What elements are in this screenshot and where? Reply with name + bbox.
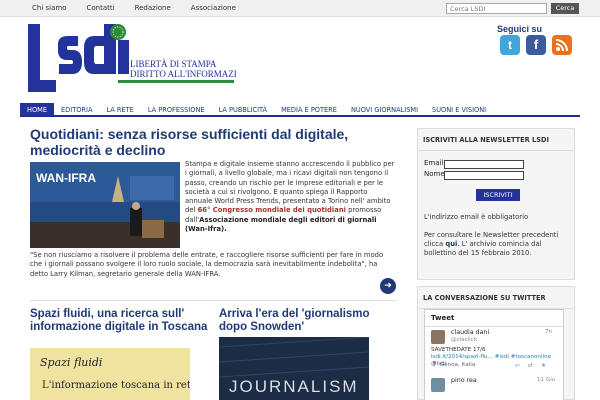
rss-icon[interactable] [552,35,572,55]
name-label: Nome [424,170,445,178]
nav-nuovi-giornalismi[interactable]: NUOVI GIORNALISMI [344,103,425,115]
tweet[interactable]: claudia dani @claclick 7h SAVETHEDATE 17… [425,326,563,372]
article2-image-text-1: Spazi fluidi [40,356,102,369]
tweet-location: 📍 Genoa, Italia [431,362,476,368]
twitter-timeline-title: Tweet [425,310,563,327]
top-link-redazione[interactable]: Redazione [125,4,181,12]
tweet[interactable]: pino rea 11 Giu [425,374,563,400]
tweet-handle[interactable]: @claclick [451,337,477,343]
newsletter-widget: ISCRIVITI ALLA NEWSLETTER LSDI Email Nom… [417,128,575,280]
site-logo[interactable]: LIBERTÀ DI STAMPA DIRITTO ALL'INFORMAZIO… [26,22,236,96]
article-image[interactable]: WAN-IFRA [30,162,180,248]
divider [30,300,396,301]
article3-image-text: JOURNALISM [229,377,359,396]
read-more-arrow-icon[interactable]: ➜ [380,278,396,294]
email-field[interactable] [444,160,524,169]
subscribe-button[interactable]: ISCRIVITI [476,189,520,201]
top-link-chi-siamo[interactable]: Chi siamo [22,4,76,12]
newsletter-archive-link[interactable]: qui [445,240,457,248]
twitter-widget-title: LA CONVERSAZIONE SU TWITTER [418,287,574,309]
logo-tagline-1: LIBERTÀ DI STAMPA [130,59,217,69]
article2-image-text-2: L'informazione toscana in rete [42,380,190,391]
article-body: Stampa e digitale insieme stanno accresc… [185,160,395,234]
avatar[interactable] [431,330,445,344]
article-title[interactable]: Quotidiani: senza risorse sufficienti da… [30,126,400,158]
newsletter-note: L'indirizzo email è obbligatorio [424,213,529,221]
twitter-widget: LA CONVERSAZIONE SU TWITTER Tweet claudi… [417,286,575,400]
page: Chi siamo Contatti Redazione Associazion… [0,0,600,400]
tweet-time[interactable]: 11 Giu [537,377,555,383]
twitter-timeline[interactable]: Tweet claudia dani @claclick 7h SAVETHED… [424,309,564,400]
article-body-bold: Associazione mondiale degli editori di g… [185,215,377,234]
nav-suoni-e-visioni[interactable]: SUONI E VISIONI [425,103,493,115]
main-nav: HOME EDITORIA LA RETE LA PROFESSIONE LA … [20,103,580,117]
article-image-caption: WAN-IFRA [36,171,96,185]
twitter-icon[interactable]: t [500,35,520,55]
facebook-icon[interactable]: f [526,35,546,55]
top-link-contatti[interactable]: Contatti [76,4,124,12]
article3-title[interactable]: Arriva l'era del 'giornalismo dopo Snowd… [219,308,399,333]
nav-la-pubblicita[interactable]: LA PUBBLICITÀ [212,103,274,115]
nav-la-rete[interactable]: LA RETE [99,103,140,115]
top-link-associazione[interactable]: Associazione [181,4,246,12]
search-input[interactable] [446,3,547,14]
name-field[interactable] [444,171,524,180]
avatar[interactable] [431,378,445,392]
social-title: Seguici su [497,24,543,34]
newsletter-title: ISCRIVITI ALLA NEWSLETTER LSDI [418,129,574,151]
article-body-link[interactable]: 66° Congresso mondiale dei quotidiani [198,206,346,214]
email-label: Email [424,159,444,167]
article2-title[interactable]: Spazi fluidi, una ricerca sull' informaz… [30,308,210,333]
tweet-author[interactable]: pino rea [451,377,477,384]
nav-home[interactable]: HOME [20,103,55,115]
top-bar: Chi siamo Contatti Redazione Associazion… [0,0,600,17]
tweet-author[interactable]: claudia dani [451,329,489,336]
nav-la-professione[interactable]: LA PROFESSIONE [141,103,212,115]
article-body-quote: "Se non riusciamo a risolvere il problem… [30,251,384,278]
logo-tagline-2: DIRITTO ALL'INFORMAZIONE [130,69,236,79]
article2-image[interactable]: Spazi fluidi L'informazione toscana in r… [30,348,190,400]
article3-image[interactable]: JOURNALISM [219,337,369,400]
tweet-time[interactable]: 7h [545,329,552,335]
tweet-actions[interactable]: ↩ ⇄ ★ [515,362,549,369]
top-nav: Chi siamo Contatti Redazione Associazion… [22,4,246,12]
search-button[interactable]: Cerca [551,3,579,14]
newsletter-archive-text: Per consultare le Newsletter precedenti … [424,231,559,257]
nav-media-e-potere[interactable]: MEDIA E POTERE [274,103,344,115]
nav-editoria[interactable]: EDITORIA [54,103,99,115]
